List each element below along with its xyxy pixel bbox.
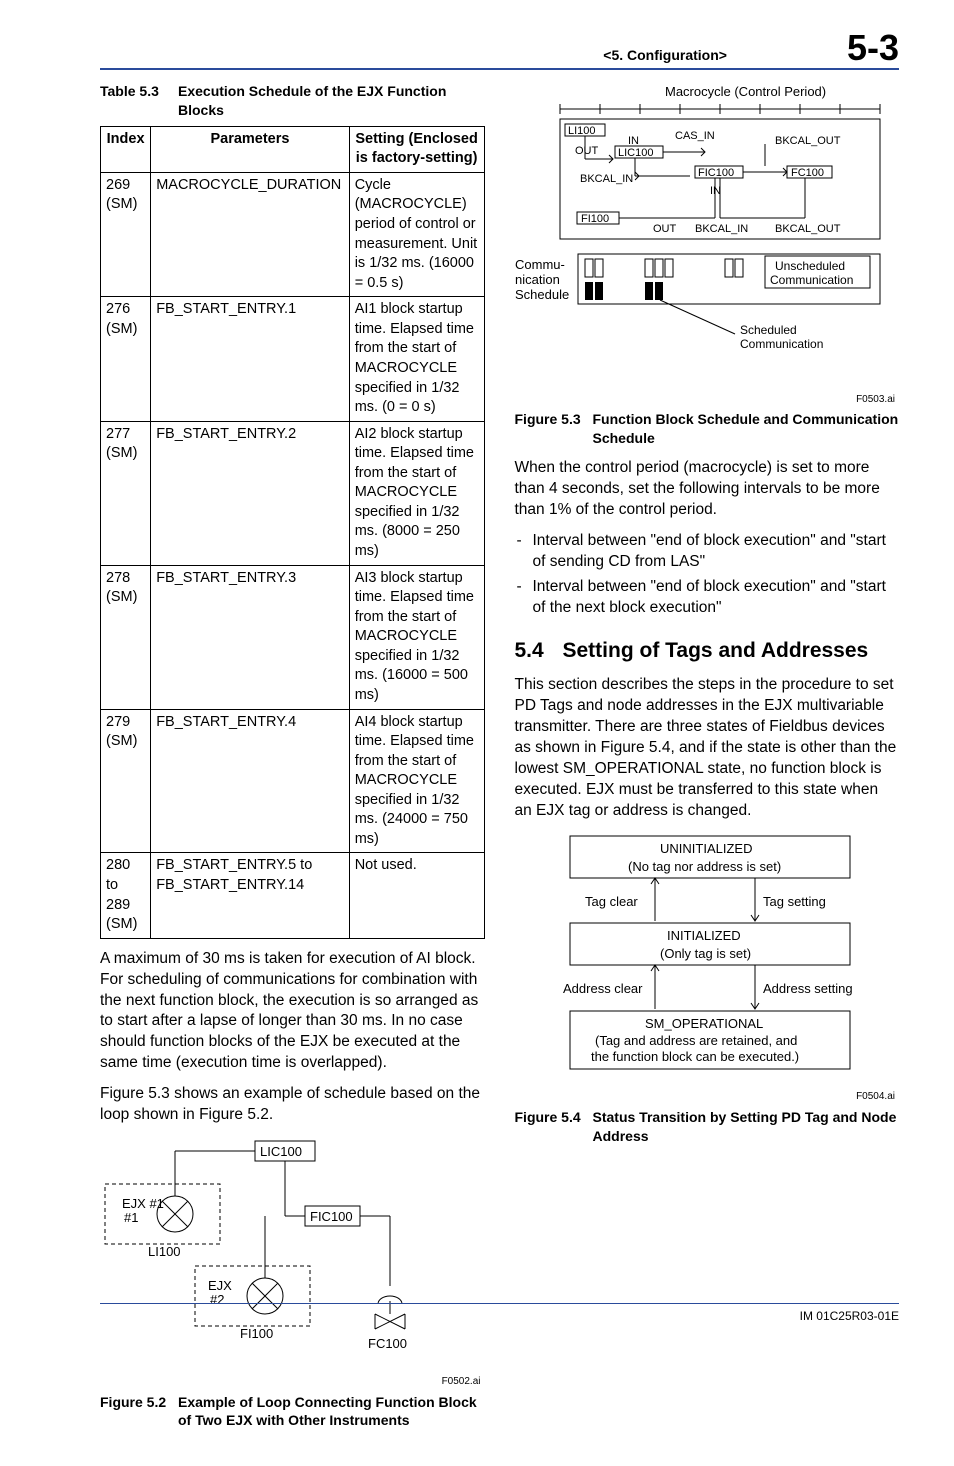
list-item: Interval between "end of block execution…: [533, 577, 900, 619]
svg-text:FC100: FC100: [368, 1336, 407, 1351]
svg-text:(Only tag is set): (Only tag is set): [660, 946, 751, 961]
svg-text:INITIALIZED: INITIALIZED: [667, 928, 741, 943]
svg-text:FI100: FI100: [240, 1326, 273, 1341]
svg-text:OUT: OUT: [653, 223, 677, 235]
svg-text:Schedule: Schedule: [515, 287, 569, 302]
table-row: 276 (SM) FB_START_ENTRY.1 AI1 block star…: [101, 297, 485, 421]
table-caption: Table 5.3 Execution Schedule of the EJX …: [100, 82, 485, 120]
page-number: 5-3: [847, 30, 899, 66]
svg-text:LI100: LI100: [148, 1244, 181, 1259]
execution-schedule-table: Index Parameters Setting (Enclosed is fa…: [100, 126, 485, 939]
svg-text:LIC100: LIC100: [618, 147, 653, 159]
figure-number: Figure 5.4: [515, 1108, 593, 1146]
figure-title: Example of Loop Connecting Function Bloc…: [178, 1393, 485, 1431]
svg-text:Tag setting: Tag setting: [763, 894, 826, 909]
svg-text:Commu-: Commu-: [515, 257, 565, 272]
list-item: Interval between "end of block execution…: [533, 531, 900, 573]
svg-text:Unscheduled: Unscheduled: [775, 259, 845, 273]
section-heading: 5.4 Setting of Tags and Addresses: [515, 637, 900, 665]
svg-text:LIC100: LIC100: [260, 1144, 302, 1159]
figure-title: Function Block Schedule and Communicatio…: [593, 410, 900, 448]
svg-text:Scheduled: Scheduled: [740, 323, 797, 337]
figure-5-3: Macrocycle (Control Period) LI100 OUT: [515, 84, 900, 391]
section-number: 5.4: [515, 637, 563, 665]
svg-text:Address clear: Address clear: [563, 981, 643, 996]
svg-text:Communication: Communication: [740, 337, 823, 351]
svg-text:FIC100: FIC100: [698, 167, 734, 179]
figure-source: F0502.ai: [100, 1375, 481, 1389]
svg-text:nication: nication: [515, 272, 560, 287]
figure-caption: Figure 5.4 Status Transition by Setting …: [515, 1108, 900, 1146]
figure-5-2: EJX #1 #1 LI100 LIC100 FIC100: [100, 1136, 485, 1373]
table-row: 279 (SM) FB_START_ENTRY.4 AI4 block star…: [101, 709, 485, 853]
svg-text:IN: IN: [628, 135, 639, 147]
table-row: 280 to 289 (SM) FB_START_ENTRY.5 to FB_S…: [101, 853, 485, 938]
bullet-list: Interval between "end of block execution…: [515, 531, 900, 619]
figure-source: F0503.ai: [515, 393, 896, 407]
table-number: Table 5.3: [100, 82, 178, 120]
svg-text:UNINITIALIZED: UNINITIALIZED: [660, 841, 752, 856]
th-setting: Setting (Enclosed is factory-setting): [349, 126, 484, 172]
body-text: A maximum of 30 ms is taken for executio…: [100, 949, 485, 1075]
figure-caption: Figure 5.2 Example of Loop Connecting Fu…: [100, 1393, 485, 1431]
body-text: This section describes the steps in the …: [515, 675, 900, 821]
section-title: Setting of Tags and Addresses: [563, 637, 869, 665]
right-column: Macrocycle (Control Period) LI100 OUT: [515, 78, 900, 1436]
figure-number: Figure 5.2: [100, 1393, 178, 1431]
svg-text:Communication: Communication: [770, 273, 853, 287]
table-row: 278 (SM) FB_START_ENTRY.3 AI3 block star…: [101, 565, 485, 709]
svg-text:FC100: FC100: [791, 167, 824, 179]
table-title: Execution Schedule of the EJX Function B…: [178, 82, 485, 120]
svg-text:SM_OPERATIONAL: SM_OPERATIONAL: [645, 1016, 763, 1031]
svg-text:BKCAL_IN: BKCAL_IN: [580, 173, 633, 185]
svg-text:LI100: LI100: [568, 125, 596, 137]
svg-text:(No tag nor address is set): (No tag nor address is set): [628, 859, 781, 874]
svg-text:BKCAL_IN: BKCAL_IN: [695, 223, 748, 235]
th-parameters: Parameters: [151, 126, 350, 172]
figure-source: F0504.ai: [515, 1090, 896, 1104]
th-index: Index: [101, 126, 151, 172]
left-column: Table 5.3 Execution Schedule of the EJX …: [100, 78, 485, 1436]
svg-text:IN: IN: [710, 185, 721, 197]
svg-text:FI100: FI100: [581, 213, 609, 225]
svg-text:EJX: EJX: [208, 1278, 232, 1293]
svg-text:FIC100: FIC100: [310, 1209, 353, 1224]
svg-text:BKCAL_OUT: BKCAL_OUT: [775, 135, 841, 147]
svg-text:BKCAL_OUT: BKCAL_OUT: [775, 223, 841, 235]
page-header: <5. Configuration> 5-3: [100, 30, 899, 70]
table-row: 277 (SM) FB_START_ENTRY.2 AI2 block star…: [101, 421, 485, 565]
figure-5-4: UNINITIALIZED (No tag nor address is set…: [515, 831, 900, 1088]
svg-text:the function block can be exec: the function block can be executed.): [591, 1049, 799, 1064]
svg-text:Address setting: Address setting: [763, 981, 853, 996]
svg-text:(Tag and address are retained,: (Tag and address are retained, and: [595, 1033, 797, 1048]
body-text: Figure 5.3 shows an example of schedule …: [100, 1084, 485, 1126]
svg-text:#1: #1: [124, 1210, 138, 1225]
svg-text:CAS_IN: CAS_IN: [675, 130, 715, 142]
svg-text:Tag clear: Tag clear: [585, 894, 638, 909]
figure-caption: Figure 5.3 Function Block Schedule and C…: [515, 410, 900, 448]
svg-text:#2: #2: [210, 1292, 224, 1307]
svg-text:OUT: OUT: [575, 145, 599, 157]
footer-rule: [100, 1303, 899, 1304]
svg-text:Macrocycle (Control Period): Macrocycle (Control Period): [665, 84, 826, 99]
table-row: 269 (SM) MACROCYCLE_DURATION Cycle (MACR…: [101, 172, 485, 296]
breadcrumb: <5. Configuration>: [603, 46, 727, 65]
footer-id: IM 01C25R03-01E: [800, 1308, 899, 1324]
body-text: When the control period (macrocycle) is …: [515, 458, 900, 521]
figure-title: Status Transition by Setting PD Tag and …: [593, 1108, 900, 1146]
figure-number: Figure 5.3: [515, 410, 593, 448]
